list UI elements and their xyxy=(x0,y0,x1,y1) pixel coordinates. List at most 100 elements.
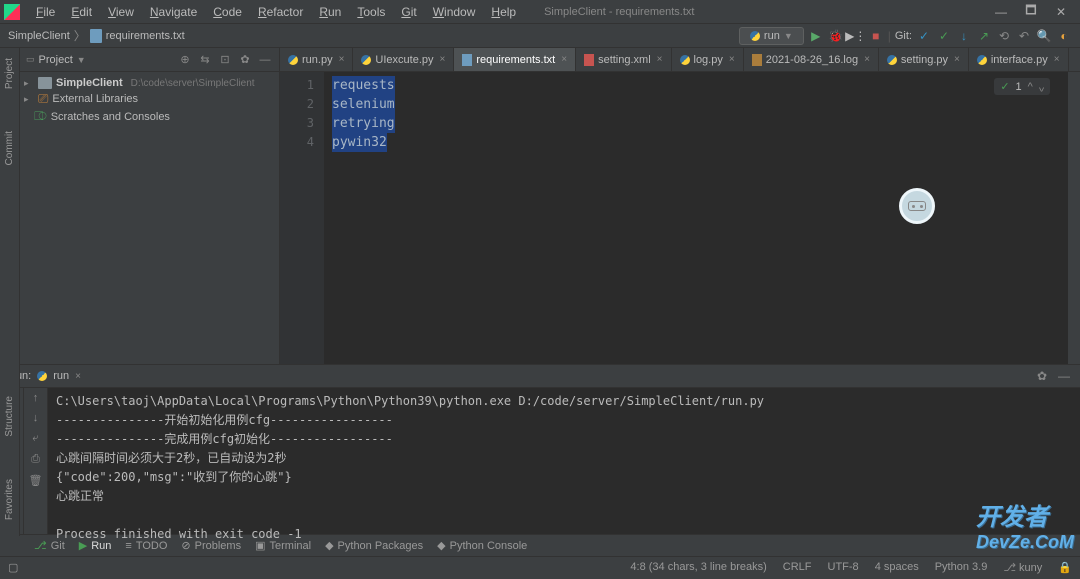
git-update-icon[interactable]: ↓ xyxy=(956,28,972,44)
editor-body[interactable]: 1234 requests selenium retrying pywin32 … xyxy=(280,72,1080,364)
stop-button[interactable]: ■ xyxy=(868,28,884,44)
run-output[interactable]: C:\Users\taoj\AppData\Local\Programs\Pyt… xyxy=(48,388,1080,534)
close-icon[interactable]: × xyxy=(440,54,446,65)
select-opened-icon[interactable]: ⊡ xyxy=(217,52,233,68)
xml-icon xyxy=(584,54,594,66)
editor-scrollbar[interactable] xyxy=(1068,72,1080,364)
chevron-right-icon[interactable]: ▸ xyxy=(24,94,34,105)
status-branch[interactable]: ⎇ kuny xyxy=(1003,561,1042,574)
menu-edit[interactable]: Edit xyxy=(63,3,100,21)
tool-pyconsole[interactable]: ◆Python Console xyxy=(437,539,527,552)
status-lock-icon[interactable]: 🔒 xyxy=(1058,561,1072,574)
tool-run[interactable]: ▶Run xyxy=(79,539,112,552)
maximize-button[interactable]: 🗖 xyxy=(1016,1,1046,23)
menu-code[interactable]: Code xyxy=(205,3,250,21)
title-bar: File Edit View Navigate Code Refactor Ru… xyxy=(0,0,1080,24)
menu-navigate[interactable]: Navigate xyxy=(142,3,205,21)
chevron-down-icon: ▼ xyxy=(77,55,86,65)
chevron-right-icon[interactable]: ▸ xyxy=(24,78,34,89)
ide-help-icon[interactable]: ◐ xyxy=(1056,28,1072,44)
breadcrumb-root[interactable]: SimpleClient xyxy=(8,30,70,42)
close-icon[interactable]: × xyxy=(864,54,870,65)
project-tree: ▸ SimpleClient D:\code\server\SimpleClie… xyxy=(20,72,279,129)
close-icon[interactable]: × xyxy=(339,54,345,65)
close-button[interactable]: ✕ xyxy=(1046,1,1076,23)
rail-structure[interactable]: Structure xyxy=(4,390,15,443)
status-square-icon[interactable]: ▢ xyxy=(8,561,18,574)
close-icon[interactable]: × xyxy=(75,371,81,382)
tab-run-py[interactable]: run.py× xyxy=(280,48,353,72)
app-icon xyxy=(4,4,20,20)
menu-file[interactable]: File xyxy=(28,3,63,21)
status-encoding[interactable]: UTF-8 xyxy=(828,561,859,573)
close-icon[interactable]: × xyxy=(954,54,960,65)
git-push-icon[interactable]: ↗ xyxy=(976,28,992,44)
tab-requirements-txt[interactable]: requirements.txt× xyxy=(454,48,576,72)
menu-run[interactable]: Run xyxy=(311,3,349,21)
status-position[interactable]: 4:8 (34 chars, 3 line breaks) xyxy=(630,561,766,573)
scratch-icon: ⎄ xyxy=(34,109,47,124)
down-icon[interactable]: ↓ xyxy=(33,412,39,424)
run-button[interactable]: ▶ xyxy=(808,28,824,44)
tree-external-libs[interactable]: ▸ ⎚ External Libraries xyxy=(20,90,279,108)
up-icon[interactable]: ↑ xyxy=(33,392,39,404)
minimize-button[interactable]: — xyxy=(986,1,1016,23)
tool-problems[interactable]: ⊘Problems xyxy=(181,539,241,552)
run-config-selector[interactable]: run ▼ xyxy=(739,27,804,45)
rail-commit[interactable]: Commit xyxy=(4,125,15,171)
tree-root-name: SimpleClient xyxy=(56,77,123,89)
status-indent[interactable]: 4 spaces xyxy=(875,561,919,573)
hide-panel-icon[interactable]: — xyxy=(1056,368,1072,384)
tool-git[interactable]: ⎇Git xyxy=(34,539,65,552)
hide-panel-icon[interactable]: — xyxy=(257,52,273,68)
folder-icon: ▭ xyxy=(26,54,35,65)
undo-icon[interactable]: ↶ xyxy=(1016,28,1032,44)
close-icon[interactable]: × xyxy=(1054,54,1060,65)
breadcrumb-file[interactable]: requirements.txt xyxy=(106,30,185,42)
tool-todo[interactable]: ≡TODO xyxy=(125,540,167,552)
inspection-widget[interactable]: ✓ 1 ^ ^ xyxy=(994,78,1050,95)
git-pull-icon[interactable]: ✓ xyxy=(916,28,932,44)
tool-terminal[interactable]: ▣Terminal xyxy=(255,539,311,552)
tree-scratches[interactable]: ⎄ Scratches and Consoles xyxy=(20,108,279,125)
close-icon[interactable]: × xyxy=(561,54,567,65)
tab-uiexcute-py[interactable]: UIexcute.py× xyxy=(353,48,454,72)
close-icon[interactable]: × xyxy=(657,54,663,65)
debug-button[interactable]: 🐞 xyxy=(828,28,844,44)
status-line-ending[interactable]: CRLF xyxy=(783,561,812,573)
tab-interface-py[interactable]: interface.py× xyxy=(969,48,1069,72)
rail-favorites[interactable]: Favorites xyxy=(4,473,15,526)
git-history-icon[interactable]: ⟲ xyxy=(996,28,1012,44)
status-python[interactable]: Python 3.9 xyxy=(935,561,988,573)
project-view-selector[interactable]: Project xyxy=(39,54,73,66)
print-icon[interactable]: ⎙ xyxy=(31,453,40,466)
menu-refactor[interactable]: Refactor xyxy=(250,3,311,21)
close-icon[interactable]: × xyxy=(729,54,735,65)
expand-all-icon[interactable]: ⊕ xyxy=(177,52,193,68)
menu-help[interactable]: Help xyxy=(483,3,524,21)
trash-icon[interactable]: 🗑 xyxy=(29,474,43,487)
tab-setting-py[interactable]: setting.py× xyxy=(879,48,969,72)
gear-icon[interactable]: ✿ xyxy=(237,52,253,68)
tree-root[interactable]: ▸ SimpleClient D:\code\server\SimpleClie… xyxy=(20,76,279,90)
tab-log-py[interactable]: log.py× xyxy=(672,48,744,72)
menu-tools[interactable]: Tools xyxy=(349,3,393,21)
run-gutter-left2: ↑ ↓ ⤶ ⎙ 🗑 xyxy=(24,388,48,534)
run-tab[interactable]: run xyxy=(53,370,69,382)
wrap-icon[interactable]: ⤶ xyxy=(32,432,38,445)
rail-project[interactable]: Project xyxy=(4,52,15,95)
git-commit-icon[interactable]: ✓ xyxy=(936,28,952,44)
menu-view[interactable]: View xyxy=(100,3,142,21)
tab-setting-xml[interactable]: setting.xml× xyxy=(576,48,671,72)
menu-window[interactable]: Window xyxy=(425,3,484,21)
tab-log-file[interactable]: 2021-08-26_16.log× xyxy=(744,48,879,72)
search-icon[interactable]: 🔍 xyxy=(1036,28,1052,44)
tool-pypkg[interactable]: ◆Python Packages xyxy=(325,539,423,552)
code-content[interactable]: requests selenium retrying pywin32 xyxy=(324,72,1068,364)
tree-root-path: D:\code\server\SimpleClient xyxy=(131,78,255,89)
gear-icon[interactable]: ✿ xyxy=(1034,368,1050,384)
assistant-mascot[interactable] xyxy=(899,188,935,224)
collapse-all-icon[interactable]: ⇆ xyxy=(197,52,213,68)
coverage-button[interactable]: ▶⋮ xyxy=(848,28,864,44)
menu-git[interactable]: Git xyxy=(393,3,424,21)
